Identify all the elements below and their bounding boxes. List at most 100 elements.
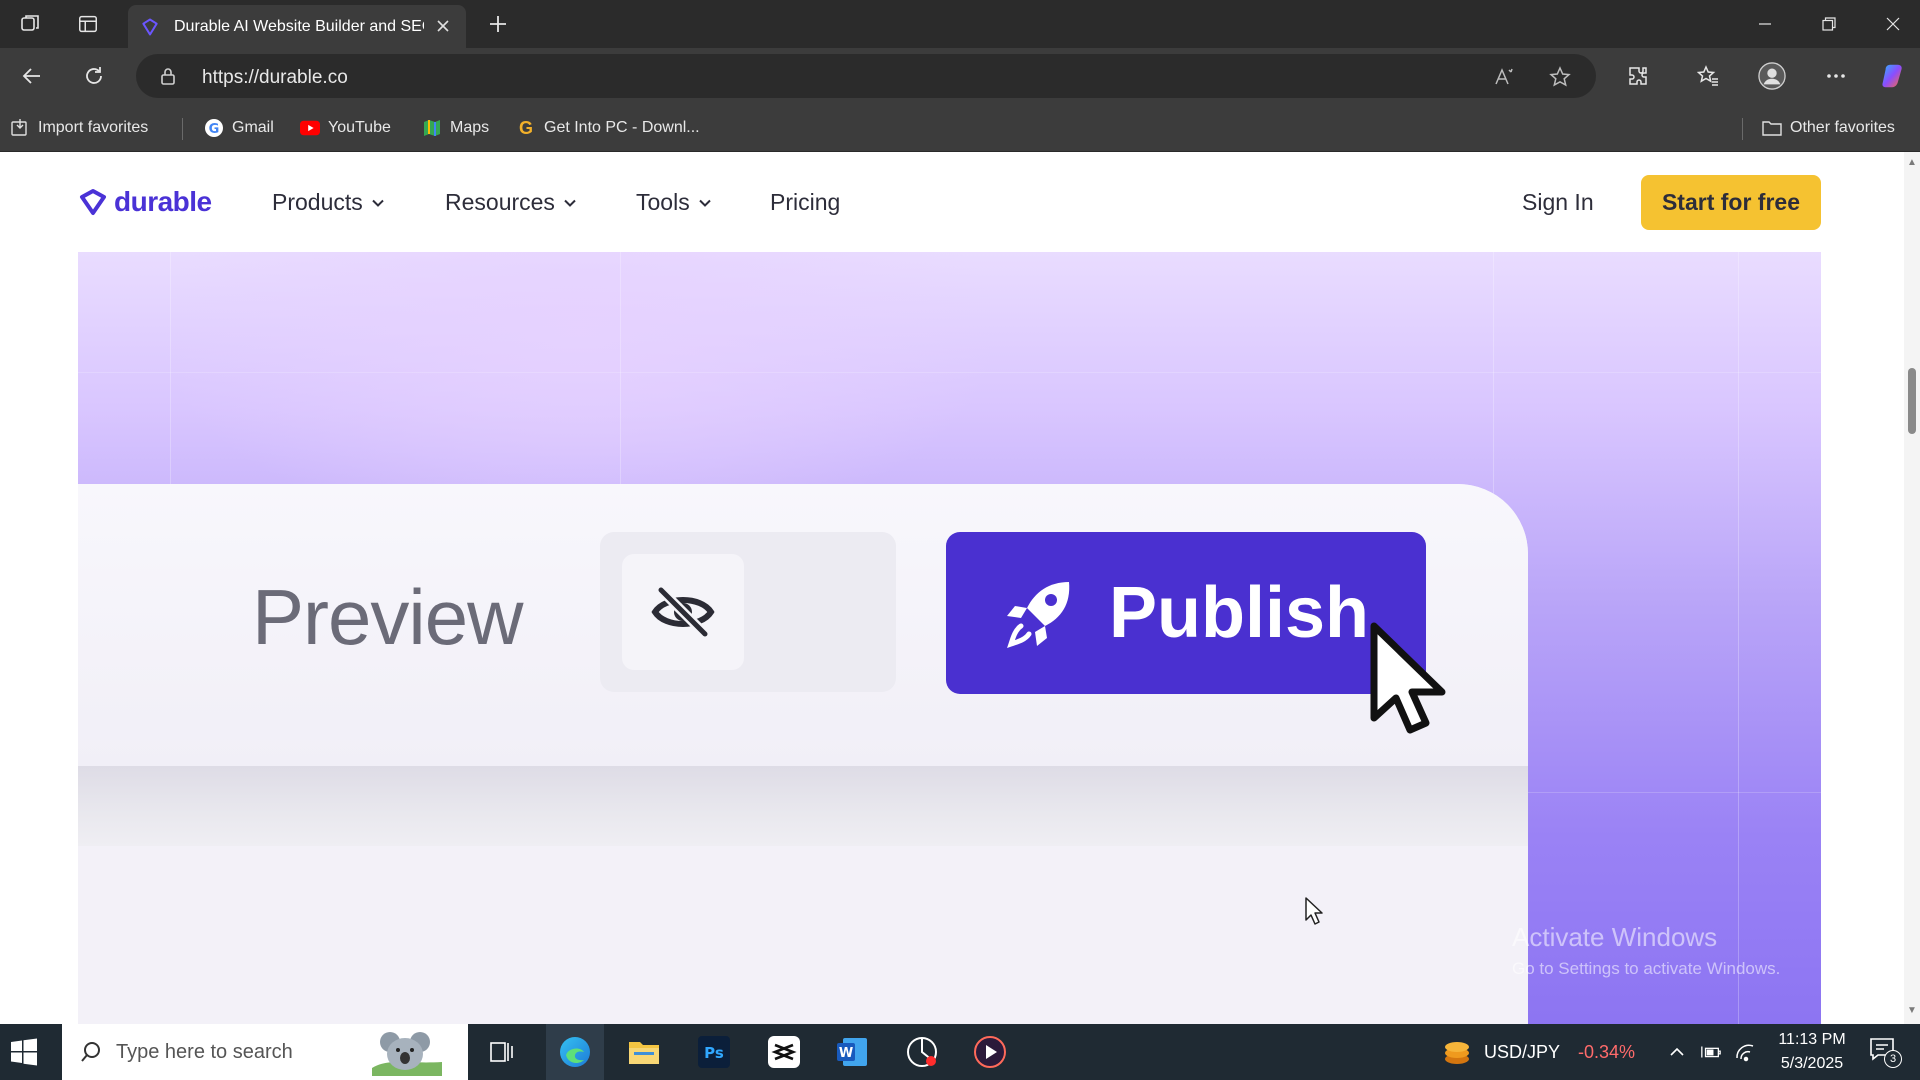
durable-logo[interactable]: durable bbox=[78, 186, 212, 218]
taskbar-search[interactable]: Type here to search bbox=[62, 1024, 468, 1080]
fav-get-into-pc[interactable]: G Get Into PC - Downl... bbox=[516, 117, 700, 139]
cursor-arrow-icon bbox=[1370, 622, 1446, 734]
page-scrollbar[interactable]: ▲ ▼ bbox=[1904, 152, 1920, 1024]
watermark-title: Activate Windows bbox=[1512, 922, 1718, 952]
publish-label: Publish bbox=[1108, 573, 1369, 653]
clock-date: 5/3/2025 bbox=[1780, 1055, 1844, 1072]
scroll-thumb[interactable] bbox=[1908, 368, 1916, 434]
nav-pricing[interactable]: Pricing bbox=[770, 189, 840, 216]
grid-line bbox=[1738, 252, 1739, 1024]
read-aloud-icon[interactable] bbox=[1492, 65, 1516, 89]
media-player-icon[interactable] bbox=[972, 1034, 1008, 1070]
sign-in-link[interactable]: Sign In bbox=[1522, 189, 1594, 216]
notification-center-icon[interactable]: 3 bbox=[1868, 1036, 1904, 1068]
fav-label: Maps bbox=[450, 119, 490, 136]
close-tab-icon[interactable] bbox=[432, 15, 454, 37]
scroll-up-icon[interactable]: ▲ bbox=[1907, 158, 1917, 168]
editor-toolbar: Preview Publish bbox=[78, 484, 1528, 766]
favorites-divider bbox=[182, 118, 183, 140]
fav-label: Import favorites bbox=[38, 119, 149, 136]
getintopc-icon: G bbox=[518, 117, 533, 138]
fav-gmail[interactable]: G Gmail bbox=[204, 117, 274, 139]
system-clock[interactable]: 11:13 PM 5/3/2025 bbox=[1762, 1028, 1862, 1076]
chevron-down-icon bbox=[372, 199, 384, 207]
photoshop-icon[interactable]: Ps bbox=[696, 1034, 732, 1070]
edge-browser-icon[interactable] bbox=[557, 1034, 593, 1070]
start-for-free-button[interactable]: Start for free bbox=[1641, 175, 1821, 230]
copilot-icon[interactable] bbox=[1880, 62, 1908, 90]
watermark-subtitle: Go to Settings to activate Windows. bbox=[1512, 959, 1781, 978]
other-favorites[interactable]: Other favorites bbox=[1762, 117, 1895, 139]
capcut-icon[interactable] bbox=[766, 1034, 802, 1070]
minimize-icon[interactable] bbox=[1742, 8, 1788, 40]
durable-logo-icon bbox=[80, 189, 106, 215]
workspaces-icon[interactable] bbox=[16, 10, 44, 38]
forex-ticker-icon[interactable] bbox=[1442, 1037, 1472, 1067]
card-shadow bbox=[78, 766, 1528, 846]
new-tab-icon[interactable] bbox=[484, 10, 512, 38]
nav-label: Tools bbox=[636, 189, 690, 215]
site-header: durable Products Resources Tools Pricing… bbox=[0, 152, 1904, 252]
back-icon[interactable] bbox=[18, 62, 46, 90]
refresh-icon[interactable] bbox=[80, 62, 108, 90]
more-options-icon[interactable] bbox=[1822, 62, 1850, 90]
tab-title: Durable AI Website Builder and SEO bbox=[174, 18, 424, 35]
tab-actions-icon[interactable] bbox=[74, 10, 102, 38]
hero-illustration: Preview Publish bbox=[78, 252, 1821, 1024]
activate-windows-watermark: Activate Windows Go to Settings to activ… bbox=[1512, 922, 1780, 979]
show-hidden-icons-icon[interactable] bbox=[1666, 1041, 1688, 1063]
fav-import-favorites[interactable]: Import favorites bbox=[10, 117, 148, 139]
windows-start-icon[interactable] bbox=[10, 1038, 38, 1066]
chevron-down-icon bbox=[564, 199, 576, 207]
nav-tools[interactable]: Tools bbox=[636, 189, 712, 216]
svg-text:G: G bbox=[209, 122, 220, 137]
durable-favicon-icon bbox=[140, 17, 160, 37]
lock-icon[interactable] bbox=[158, 66, 178, 86]
tab-durable[interactable]: Durable AI Website Builder and SEO bbox=[128, 5, 466, 48]
extensions-icon[interactable] bbox=[1624, 62, 1652, 90]
publish-button: Publish bbox=[946, 532, 1426, 694]
word-icon[interactable]: W bbox=[834, 1034, 870, 1070]
folder-icon bbox=[1762, 118, 1782, 138]
google-icon: G bbox=[204, 118, 224, 138]
youtube-icon bbox=[300, 118, 320, 138]
mouse-pointer-icon bbox=[1305, 897, 1323, 925]
nav-label: Resources bbox=[445, 189, 555, 215]
fav-maps[interactable]: Maps bbox=[422, 117, 489, 139]
visibility-toggle bbox=[600, 532, 896, 692]
logo-text: durable bbox=[114, 186, 212, 217]
preview-label: Preview bbox=[252, 573, 523, 661]
grid-line bbox=[78, 372, 1821, 373]
nav-resources[interactable]: Resources bbox=[445, 189, 577, 216]
address-bar[interactable]: https://durable.co bbox=[136, 54, 1596, 98]
wifi-icon[interactable] bbox=[1734, 1041, 1756, 1063]
scroll-down-icon[interactable]: ▼ bbox=[1907, 1006, 1917, 1016]
file-explorer-icon[interactable] bbox=[626, 1034, 662, 1070]
screen-recorder-icon[interactable] bbox=[904, 1034, 940, 1070]
nav-products[interactable]: Products bbox=[272, 189, 385, 216]
maps-icon bbox=[422, 118, 442, 138]
browser-titlebar: Durable AI Website Builder and SEO bbox=[0, 0, 1920, 48]
favorites-icon[interactable] bbox=[1694, 62, 1722, 90]
fav-label: Get Into PC - Downl... bbox=[544, 119, 700, 136]
close-window-icon[interactable] bbox=[1870, 8, 1916, 40]
notification-count-badge: 3 bbox=[1884, 1050, 1902, 1068]
favorite-star-icon[interactable] bbox=[1548, 65, 1572, 89]
koala-search-highlight-icon bbox=[372, 1032, 442, 1076]
eye-off-icon bbox=[622, 554, 744, 670]
rocket-icon bbox=[1006, 582, 1070, 648]
task-view-icon[interactable] bbox=[484, 1034, 520, 1070]
editor-card: Preview Publish bbox=[78, 484, 1528, 1024]
svg-text:Ps: Ps bbox=[704, 1044, 724, 1062]
favorites-divider bbox=[1742, 118, 1743, 140]
search-icon bbox=[81, 1042, 100, 1062]
search-placeholder: Type here to search bbox=[116, 1040, 293, 1063]
profile-avatar[interactable] bbox=[1758, 62, 1786, 90]
ticker-change[interactable]: -0.34% bbox=[1578, 1042, 1635, 1063]
url-text[interactable]: https://durable.co bbox=[202, 67, 348, 89]
ticker-label[interactable]: USD/JPY bbox=[1484, 1042, 1560, 1063]
restore-icon[interactable] bbox=[1806, 8, 1852, 40]
battery-icon[interactable] bbox=[1700, 1041, 1722, 1063]
import-icon bbox=[10, 118, 30, 138]
fav-youtube[interactable]: YouTube bbox=[300, 117, 391, 139]
